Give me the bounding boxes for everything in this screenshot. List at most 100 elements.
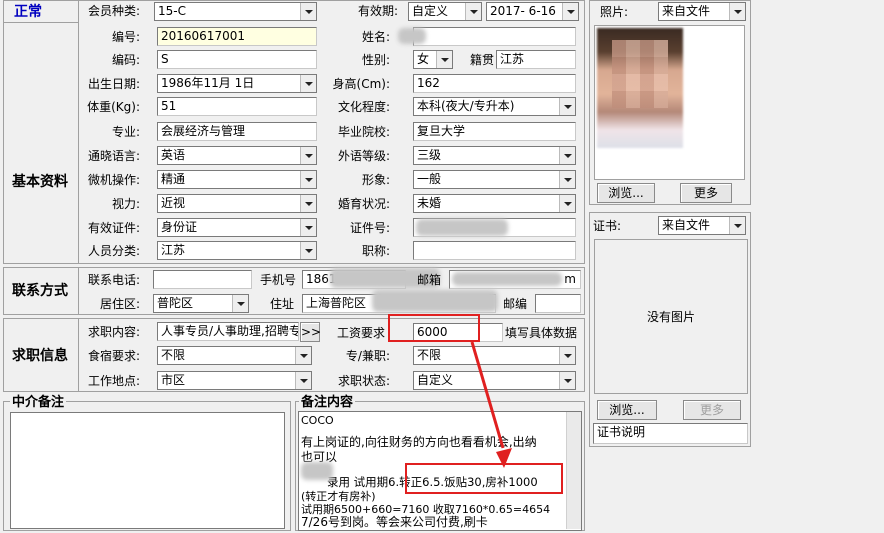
job-state-select[interactable]: 自定义 — [413, 371, 576, 390]
validity-select[interactable]: 自定义 — [408, 2, 482, 21]
photo-source-select[interactable]: 来自文件 — [658, 2, 746, 21]
status-label: 正常 — [14, 4, 42, 20]
chevron-down-icon — [232, 295, 248, 312]
birth-date-picker[interactable]: 1986年11月 1日 — [157, 74, 317, 93]
job-content-more-button[interactable]: >> — [300, 322, 321, 342]
doc-select[interactable]: 身份证 — [157, 218, 317, 237]
marital-label: 婚育状况: — [337, 197, 390, 211]
section-divider — [78, 267, 79, 315]
remarks-highlight-box — [405, 463, 563, 494]
category-label: 人员分类: — [87, 244, 140, 258]
redacted-docno — [416, 219, 508, 236]
chevron-down-icon — [559, 195, 575, 212]
computer-select[interactable]: 精通 — [157, 170, 317, 189]
remarks-scrollbar[interactable] — [566, 412, 581, 529]
code-field[interactable]: S — [157, 50, 317, 69]
category-select[interactable]: 江苏 — [157, 241, 317, 260]
area-select[interactable]: 普陀区 — [153, 294, 249, 313]
member-type-select[interactable]: 15-C — [154, 2, 317, 21]
section-divider — [78, 0, 79, 264]
work-place-select[interactable]: 市区 — [157, 371, 312, 390]
chevron-down-icon — [559, 98, 575, 115]
salary-hint: 填写具体数据 — [505, 326, 578, 340]
board-label: 食宿要求: — [87, 349, 140, 363]
photo-label: 照片: — [600, 5, 629, 19]
address-label: 住址 — [270, 297, 295, 311]
chevron-down-icon — [300, 219, 316, 236]
job-content-field[interactable]: 人事专员/人事助理,招聘专 — [157, 322, 299, 341]
cert-source-select[interactable]: 来自文件 — [658, 216, 746, 235]
gender-select[interactable]: 女 — [413, 50, 453, 69]
cert-no-image-text: 没有图片 — [646, 310, 695, 324]
mobile-label: 手机号 — [260, 273, 297, 287]
member-type-label: 会员种类: — [87, 4, 140, 18]
language-level-select[interactable]: 三级 — [413, 146, 576, 165]
board-select[interactable]: 不限 — [157, 346, 312, 365]
language-level-label: 外语等级: — [337, 149, 390, 163]
cert-image-frame: 没有图片 — [594, 239, 748, 394]
chevron-down-icon — [729, 217, 745, 234]
weight-field[interactable]: 51 — [157, 97, 317, 116]
image-label: 形象: — [361, 173, 390, 187]
chevron-down-icon — [729, 3, 745, 20]
school-label: 毕业院校: — [337, 125, 390, 139]
salary-label: 工资要求 — [337, 326, 386, 340]
email-label: 邮箱 — [417, 273, 442, 287]
chevron-down-icon — [436, 51, 452, 68]
agency-note-textarea[interactable] — [10, 412, 285, 529]
school-field[interactable]: 复旦大学 — [413, 122, 576, 141]
phone-label: 联系电话: — [87, 273, 140, 287]
work-place-label: 工作地点: — [87, 374, 140, 388]
major-field[interactable]: 会展经济与管理 — [157, 122, 317, 141]
chevron-down-icon — [300, 147, 316, 164]
education-select[interactable]: 本科(夜大/专升本) — [413, 97, 576, 116]
name-field[interactable] — [413, 27, 576, 46]
marital-select[interactable]: 未婚 — [413, 194, 576, 213]
photo-more-button[interactable]: 更多 — [680, 183, 732, 203]
zip-field[interactable] — [535, 294, 581, 313]
chevron-down-icon — [559, 347, 575, 364]
image-select[interactable]: 一般 — [413, 170, 576, 189]
height-label: 身高(Cm): — [332, 77, 390, 91]
job-type-label: 专/兼职: — [345, 349, 390, 363]
title-label: 职称: — [361, 244, 390, 258]
chevron-down-icon — [295, 347, 311, 364]
id-label: 编号: — [111, 30, 140, 44]
zip-label: 邮编 — [503, 297, 528, 311]
photo-pixel-mask — [612, 40, 668, 108]
section-divider — [78, 318, 79, 392]
title-field[interactable] — [413, 241, 576, 260]
computer-label: 微机操作: — [87, 173, 140, 187]
chevron-down-icon — [300, 3, 316, 20]
vision-label: 视力: — [111, 197, 140, 211]
cert-description-field[interactable]: 证书说明 — [593, 423, 748, 444]
job-type-select[interactable]: 不限 — [413, 346, 576, 365]
validity-date-picker[interactable]: 2017- 6-16 — [486, 2, 579, 21]
birth-label: 出生日期: — [87, 77, 140, 91]
redacted-address — [372, 290, 498, 312]
cert-browse-button[interactable]: 浏览... — [597, 400, 657, 420]
phone-field[interactable] — [153, 270, 252, 289]
remarks-line: COCO — [301, 414, 334, 427]
contact-section-title: 联系方式 — [12, 283, 68, 299]
agency-note-title: 中介备注 — [10, 394, 67, 412]
vision-select[interactable]: 近视 — [157, 194, 317, 213]
gender-label: 性别: — [361, 53, 390, 67]
native-label: 籍贯 — [470, 53, 495, 67]
redacted-email — [452, 272, 562, 286]
major-label: 专业: — [111, 125, 140, 139]
job-section-title: 求职信息 — [12, 348, 68, 364]
native-field[interactable]: 江苏 — [496, 50, 576, 69]
chevron-down-icon — [300, 75, 316, 92]
chevron-down-icon — [465, 3, 481, 20]
job-content-label: 求职内容: — [87, 325, 140, 339]
chevron-down-icon — [295, 372, 311, 389]
cert-more-button: 更多 — [683, 400, 741, 420]
language-select[interactable]: 英语 — [157, 146, 317, 165]
area-label: 居住区: — [99, 297, 140, 311]
education-label: 文化程度: — [337, 100, 390, 114]
height-field[interactable]: 162 — [413, 74, 576, 93]
id-field[interactable]: 20160617001 — [157, 27, 317, 46]
doc-label: 有效证件: — [87, 221, 140, 235]
photo-browse-button[interactable]: 浏览... — [597, 183, 655, 203]
